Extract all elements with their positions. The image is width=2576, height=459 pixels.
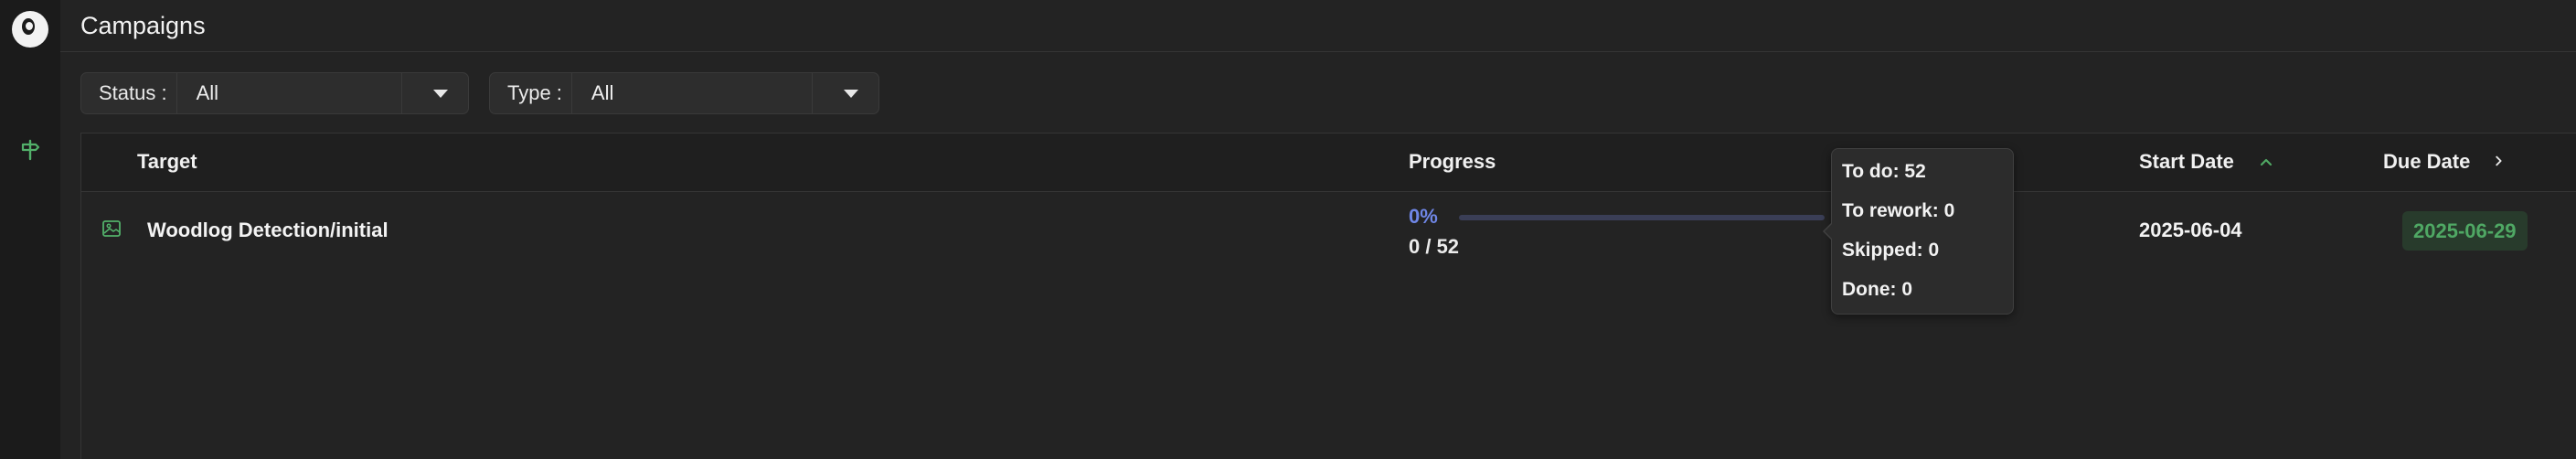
table-row[interactable]: Woodlog Detection/initial 0% 0 / 52 2025…: [81, 193, 2576, 275]
due-date-badge: 2025-06-29: [2402, 211, 2528, 251]
caret-down-icon[interactable]: [844, 89, 858, 98]
divider: [812, 73, 813, 113]
type-filter[interactable]: Type : All: [489, 72, 879, 114]
divider: [401, 73, 402, 113]
status-filter[interactable]: Status : All: [80, 72, 469, 114]
campaign-target[interactable]: Woodlog Detection/initial: [147, 219, 389, 242]
column-header-start-date[interactable]: Start Date: [2139, 150, 2234, 174]
page-header: Campaigns: [60, 0, 2576, 52]
column-header-progress[interactable]: Progress: [1409, 150, 1496, 174]
progress-percent: 0%: [1409, 205, 1438, 228]
sidebar: [0, 0, 60, 459]
start-date: 2025-06-04: [2139, 219, 2242, 241]
progress-count: 0 / 52: [1409, 235, 1460, 258]
progress-bar[interactable]: [1459, 215, 1825, 220]
type-filter-label: Type :: [507, 81, 562, 104]
tooltip-todo: To do: 52: [1842, 161, 1926, 182]
type-filter-value[interactable]: All: [572, 81, 812, 105]
filter-bar: Status : All Type : All: [80, 72, 879, 114]
chevron-right-icon[interactable]: [2491, 155, 2506, 167]
tooltip-skipped: Skipped: 0: [1842, 240, 1940, 261]
caret-down-icon[interactable]: [433, 89, 448, 98]
main-content: Campaigns Status : All Type : All Target…: [60, 0, 2576, 459]
status-filter-value[interactable]: All: [177, 81, 401, 105]
campaigns-table: Target Progress Start Date Due Date Wood…: [80, 133, 2576, 459]
column-header-due-date[interactable]: Due Date: [2383, 150, 2470, 174]
signpost-icon[interactable]: [18, 137, 42, 163]
status-filter-label: Status :: [99, 81, 167, 104]
app-logo[interactable]: [12, 11, 48, 48]
table-header: Target Progress Start Date Due Date: [81, 133, 2576, 192]
column-header-target[interactable]: Target: [137, 150, 197, 174]
chevron-up-icon[interactable]: [2259, 155, 2273, 168]
progress-tooltip: To do: 52 To rework: 0 Skipped: 0 Done: …: [1823, 148, 2014, 315]
image-icon: [102, 220, 121, 237]
tooltip-done: Done: 0: [1842, 279, 1913, 300]
page-title: Campaigns: [80, 11, 206, 39]
tooltip-rework: To rework: 0: [1842, 200, 1955, 221]
